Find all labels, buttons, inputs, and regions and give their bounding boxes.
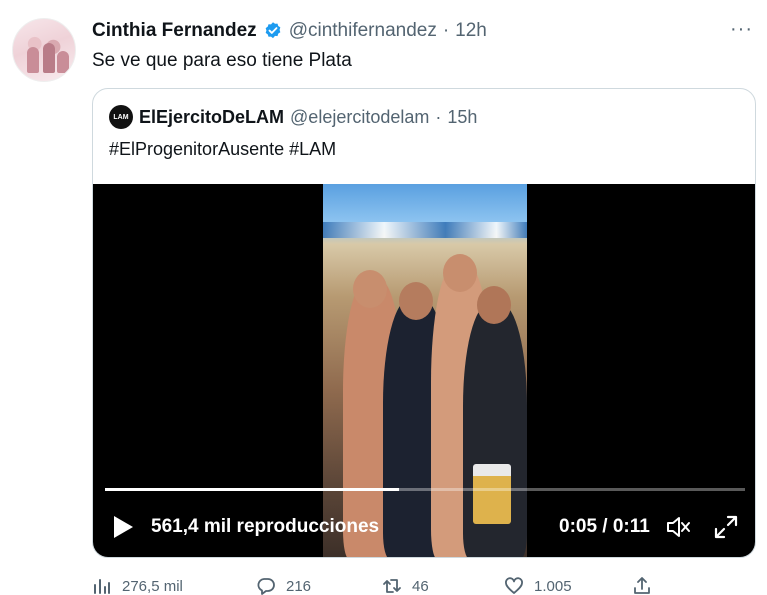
volume-muted-icon[interactable] — [665, 514, 691, 540]
tweet-text: Se ve que para eso tiene Plata — [92, 50, 352, 71]
author-name[interactable]: Cinthia Fernandez — [92, 20, 257, 42]
quoted-tweet-header: LAM ElEjercitoDeLAM @elejercitodelam · 1… — [109, 105, 477, 129]
views-count: 276,5 mil — [122, 577, 183, 595]
video-progress-bar[interactable] — [105, 488, 745, 491]
like-button[interactable]: 1.005 — [504, 576, 632, 595]
more-options-icon[interactable]: ··· — [730, 18, 753, 41]
analytics-icon — [94, 579, 110, 594]
like-count: 1.005 — [534, 577, 572, 595]
author-avatar[interactable] — [12, 18, 76, 82]
quoted-tweet[interactable]: LAM ElEjercitoDeLAM @elejercitodelam · 1… — [92, 88, 756, 558]
verified-badge-icon — [265, 22, 281, 39]
share-icon — [634, 577, 650, 594]
author-handle[interactable]: @cinthifernandez — [289, 20, 437, 42]
quoted-author-handle[interactable]: @elejercitodelam — [290, 107, 429, 128]
quoted-author-name[interactable]: ElEjercitoDeLAM — [139, 107, 284, 128]
quoted-author-avatar[interactable]: LAM — [109, 105, 133, 129]
retweet-button[interactable]: 46 — [382, 576, 504, 595]
retweet-count: 46 — [412, 577, 429, 595]
separator: · — [442, 20, 450, 41]
video-player[interactable]: 561,4 mil reproducciones 0:05 / 0:11 — [93, 184, 755, 557]
reply-icon — [257, 578, 275, 595]
quoted-tweet-text: #ElProgenitorAusente #LAM — [109, 139, 337, 159]
video-frame — [323, 184, 527, 557]
play-icon[interactable] — [111, 514, 135, 540]
reply-count: 216 — [286, 577, 312, 595]
video-view-count: 561,4 mil reproducciones — [151, 516, 380, 537]
tweet-actions: 276,5 mil 216 46 1.005 — [92, 576, 652, 595]
tweet-time[interactable]: 12h — [455, 20, 487, 42]
tweet-header: Cinthia Fernandez @cinthifernandez · 12h — [92, 20, 487, 42]
reply-button[interactable]: 216 — [256, 576, 382, 595]
share-button[interactable] — [632, 576, 652, 595]
separator: · — [435, 106, 442, 127]
video-progress-fill — [105, 488, 400, 491]
fullscreen-icon[interactable] — [713, 514, 739, 540]
quoted-tweet-time[interactable]: 15h — [447, 107, 477, 128]
video-timecode: 0:05 / 0:11 — [559, 516, 650, 537]
retweet-icon — [383, 579, 401, 593]
heart-icon — [505, 577, 523, 594]
views-button[interactable]: 276,5 mil — [92, 576, 256, 595]
